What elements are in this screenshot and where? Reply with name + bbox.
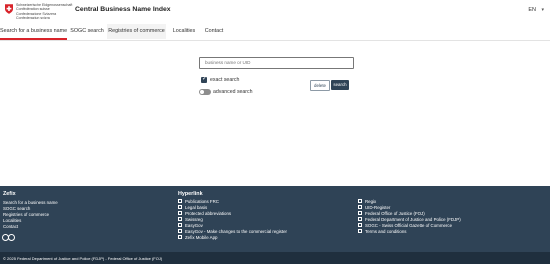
footer-heading-hyperlink: Hyperlink — [178, 191, 203, 197]
advanced-search-label: advanced search — [213, 89, 253, 95]
gov-line: Confederaziun svizra — [16, 15, 50, 20]
search-button[interactable]: search — [331, 80, 349, 90]
link-label: Swissreg — [185, 217, 203, 222]
external-link-icon — [358, 223, 362, 228]
link-label: UID-Register — [365, 205, 391, 210]
external-link-icon — [358, 217, 362, 222]
footer-external-link[interactable]: Zefix Mobile App — [178, 235, 217, 240]
footer-external-link[interactable]: Swissreg — [178, 217, 203, 222]
header: Schweizerische Eidgenossenschaft Confédé… — [0, 0, 550, 24]
link-label: Federal Office of Justice (FOJ) — [365, 211, 425, 216]
advanced-search-toggle[interactable] — [199, 89, 211, 95]
link-label: Publications FRC — [185, 199, 219, 204]
footer-external-link[interactable]: EasyGov - Make changes to the commercial… — [178, 229, 287, 234]
footer-link[interactable]: Contact — [3, 224, 18, 229]
footer-external-link[interactable]: Regix — [358, 199, 376, 204]
tab-sogc-search[interactable]: SOGC search — [67, 24, 107, 39]
footer-bottom-bar: © 2025 Federal Department of Justice and… — [0, 252, 550, 264]
external-link-icon — [178, 217, 182, 222]
external-link-icon — [358, 199, 362, 204]
link-label: Zefix Mobile App — [185, 235, 218, 240]
footer-external-link[interactable]: SOGC - Swiss Official Gazette of Commerc… — [358, 223, 452, 228]
chevron-down-icon[interactable]: ▾ — [541, 7, 544, 13]
government-name: Schweizerische Eidgenossenschaft Confédé… — [16, 3, 74, 20]
footer-external-link[interactable]: EasyGov — [178, 223, 203, 228]
link-label: Regix — [365, 199, 377, 204]
external-link-icon — [178, 199, 182, 204]
link-label: SOGC - Swiss Official Gazette of Commerc… — [365, 223, 453, 228]
link-label: Terms and conditions — [365, 229, 407, 234]
tab-registries-of-commerce[interactable]: Registries of commerce — [107, 24, 166, 39]
exact-search-label: exact search — [210, 77, 240, 83]
footer-external-link[interactable]: Publications FRC — [178, 199, 219, 204]
footer-link[interactable]: Search for a business name — [3, 200, 58, 205]
footer-link[interactable]: SOGC search — [3, 206, 30, 211]
footer-external-link[interactable]: Federal Office of Justice (FOJ) — [358, 211, 425, 216]
swiss-crest-icon — [5, 4, 13, 14]
link-label: Legal basis — [185, 205, 208, 210]
footer-external-link[interactable]: Federal Department of Justice and Police… — [358, 217, 461, 222]
external-link-icon — [178, 205, 182, 210]
external-link-icon — [178, 235, 182, 240]
link-label: EasyGov — [185, 223, 203, 228]
tab-search-business-name[interactable]: Search for a business name — [0, 24, 67, 40]
external-link-icon — [358, 211, 362, 216]
business-name-search-input[interactable] — [199, 57, 354, 69]
link-label: Federal Department of Justice and Police… — [365, 217, 461, 222]
footer-link[interactable]: Localities — [3, 218, 21, 223]
social-icon[interactable] — [8, 234, 15, 241]
checkmark-icon: ✓ — [202, 76, 208, 82]
tab-contact[interactable]: Contact — [200, 24, 228, 39]
footer-external-link[interactable]: UID-Register — [358, 205, 390, 210]
footer-link[interactable]: Registries of commerce — [3, 212, 49, 217]
footer-external-link[interactable]: Terms and conditions — [358, 229, 407, 234]
exact-search-checkbox[interactable]: ✓ — [201, 76, 208, 83]
delete-button[interactable]: delete — [310, 80, 330, 91]
external-link-icon — [178, 223, 182, 228]
link-label: EasyGov - Make changes to the commercial… — [185, 229, 288, 234]
footer-external-link[interactable]: Legal basis — [178, 205, 207, 210]
app-title: Central Business Name Index — [75, 6, 171, 13]
link-label: Protected abbreviations — [185, 211, 232, 216]
copyright-text: © 2025 Federal Department of Justice and… — [3, 256, 163, 261]
external-link-icon — [178, 211, 182, 216]
external-link-icon — [178, 229, 182, 234]
external-link-icon — [358, 205, 362, 210]
main-nav: Search for a business name SOGC search R… — [0, 24, 550, 41]
footer: Zefix Search for a business name SOGC se… — [0, 186, 550, 252]
footer-heading-zefix: Zefix — [3, 191, 16, 197]
language-selector[interactable]: EN — [528, 7, 536, 13]
external-link-icon — [358, 229, 362, 234]
toggle-knob — [200, 90, 204, 94]
footer-external-link[interactable]: Protected abbreviations — [178, 211, 231, 216]
tab-localities[interactable]: Localities — [168, 24, 200, 39]
